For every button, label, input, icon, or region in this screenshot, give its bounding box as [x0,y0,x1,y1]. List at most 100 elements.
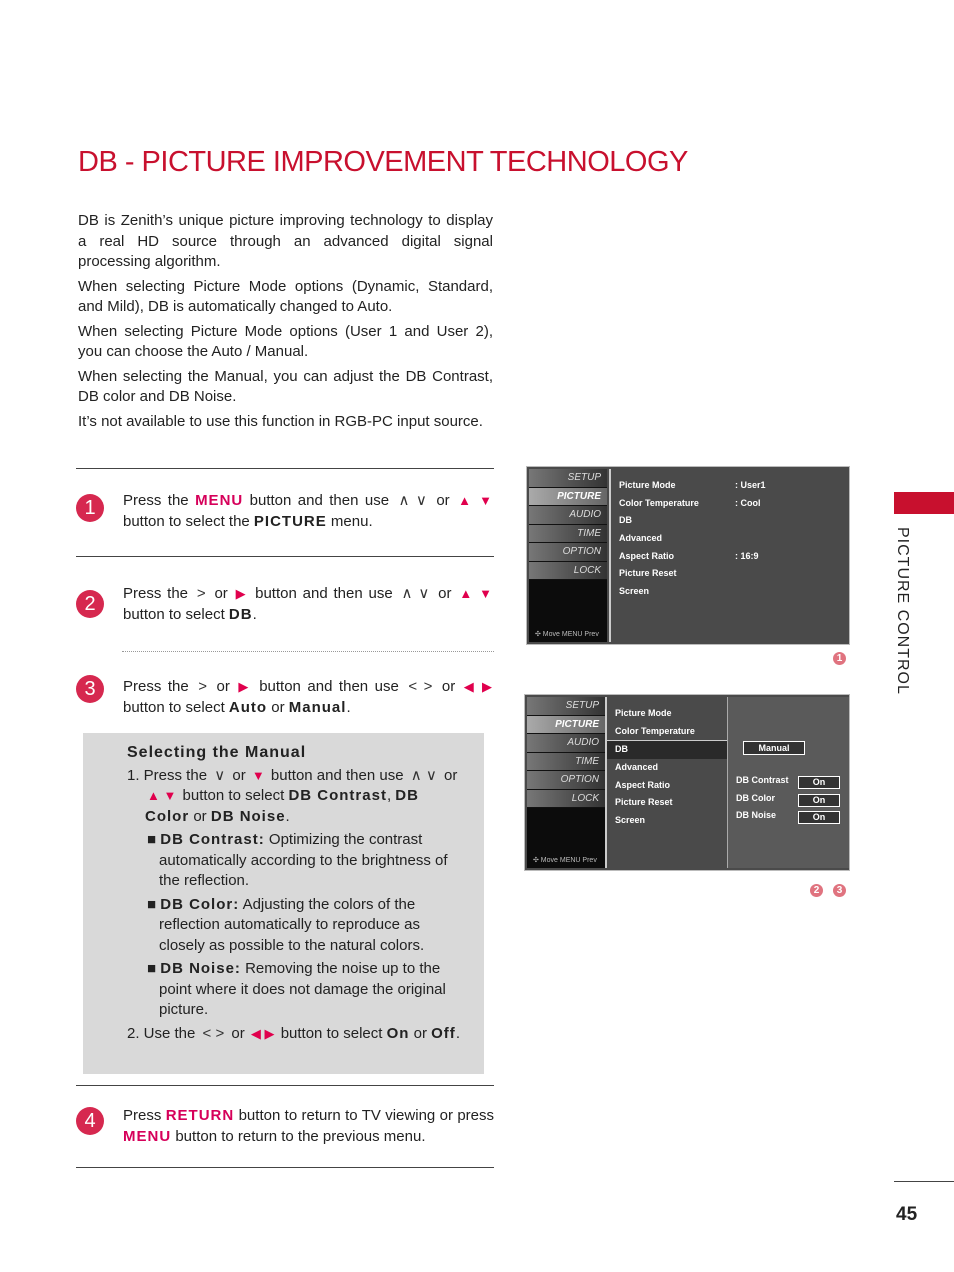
osd-menu-item[interactable]: Picture Reset [611,565,849,583]
text: Press [123,1107,166,1124]
emphasis: DB Noise: [160,960,241,977]
step-2-text: Press the > or ▶ button and then use ∧ ∨… [123,583,494,625]
osd-side-item-picture: PICTURE [527,715,605,734]
intro-paragraph: When selecting Picture Mode options (Dyn… [78,277,493,316]
divider [76,468,494,469]
intro-paragraph: When selecting the Manual, you can adjus… [78,367,493,406]
arrow-button-icon: < > [408,678,433,695]
text: ■ [147,831,161,848]
osd-menu-item[interactable]: Aspect Ratio: 16:9 [611,548,849,566]
text: ■ [147,895,161,913]
manual-item: ■ DB Noise: Removing the noise up to the… [127,959,467,1021]
osd-sidebar: SETUP PICTURE AUDIO TIME OPTION LOCK ✣ Move ME… [529,469,607,642]
menu-label: Advanced [619,533,663,544]
text: or [435,678,462,695]
osd-side-item-audio: AUDIO [529,506,607,525]
osd-side-item-option: OPTION [527,771,605,790]
step-badge: 2 [810,884,823,897]
manual-item: 1. Press the ∨ or ▼ button and then use … [127,766,467,828]
text: button and then use [266,766,408,784]
manual-title: Selecting the Manual [127,744,307,761]
osd-menu-item[interactable]: Picture Mode: User1 [611,477,849,495]
text: button to select [123,606,229,623]
text: 2. Use the [127,1024,200,1042]
text: Press the [123,585,194,602]
osd-menu-item[interactable]: Advanced [607,759,729,777]
manual-page: DB - PICTURE IMPROVEMENT TECHNOLOGY DB i… [0,0,954,1272]
osd-menu-item[interactable]: Color Temperature [607,723,729,742]
osd-db-menu: SETUP PICTURE AUDIO TIME OPTION LOCK ✣ Move ME… [524,694,850,871]
arrow-button-icon: ∧ ∨ [401,585,430,602]
menu-label: DB [619,515,632,526]
section-label: PICTURE CONTROL [894,527,911,695]
manual-item: ■ DB Color: Adjusting the colors of the … [127,895,467,957]
text: button to return to the previous menu. [171,1128,426,1145]
text: or [429,492,457,509]
intro-paragraph: When selecting Picture Mode options (Use… [78,322,493,361]
osd-menu-item[interactable]: Picture Mode [607,705,729,723]
osd-db-submenu: Manual DB Contrast On DB Color On DB Noise On [727,697,849,868]
step-4-text: Press RETURN button to return to TV view… [123,1105,494,1147]
step-3-text: Press the > or ▶ button and then use < >… [123,676,494,718]
menu-label: Color Temperature [619,497,699,508]
step-badge: 1 [833,652,846,665]
emphasis: RETURN [165,1107,235,1124]
osd-side-item-setup: SETUP [527,697,605,716]
osd-menu-item[interactable]: Screen [607,812,729,830]
section-tab [894,492,954,514]
emphasis: DB [228,606,253,623]
text: Press the [123,678,196,695]
menu-value: : User1 [735,480,766,490]
arrow-button-icon: > [196,585,206,602]
db-sub-value[interactable]: On [798,811,840,825]
text: or [208,585,234,602]
arrow-button-icon: < > [202,1024,225,1042]
text: 1. Press the [127,766,212,784]
osd-menu-item[interactable]: DB [607,741,729,760]
osd-menu-item[interactable]: Aspect Ratio [607,777,729,795]
text: button and then use [249,585,399,602]
selecting-manual-box: Selecting the Manual 1. Press the ∨ or ▼… [83,733,484,1074]
text: Press the [123,492,196,509]
text: or [432,585,458,602]
db-sub-value[interactable]: On [798,776,840,789]
manual-item: 2. Use the < > or ◀ ▶ button to select O… [127,1024,467,1045]
text: menu. [326,513,373,530]
divider [894,1181,954,1182]
menu-label: Screen [619,586,650,597]
db-sub-value[interactable]: On [798,793,840,807]
osd-menu-list: Picture Mode Color Temperature DB Advanced A… [605,697,729,868]
text: or [189,807,211,825]
db-sub-label: DB Color [736,792,775,803]
emphasis: On [386,1024,410,1042]
manual-item: ■ DB Contrast: Optimizing the contrast a… [127,830,467,892]
text: . [252,606,257,623]
osd-menu-item[interactable]: Picture Reset [607,794,729,812]
text: or [228,766,250,784]
osd-menu-item[interactable]: Advanced [611,530,849,548]
db-sub-label: DB Contrast [736,775,789,785]
arrow-button-icon: ∧ ∨ [410,766,437,784]
step-number: 1 [76,494,104,522]
red-arrow-icon: ▲ ▼ [147,788,177,803]
red-arrow-icon: ◀ ▶ [250,1025,275,1041]
osd-side-item-time: TIME [527,752,605,771]
osd-menu-item[interactable]: Color Temperature: Cool [611,495,849,513]
divider [76,556,494,557]
osd-menu-item[interactable]: DB [611,512,849,530]
osd-side-item-audio: AUDIO [527,734,605,753]
osd-footer: ✣ Move MENU Prev [533,857,597,864]
text: or [209,678,237,695]
db-mode-select[interactable]: Manual [743,741,805,755]
page-number: 45 [896,1204,918,1225]
text: button to select [123,699,229,716]
emphasis: MENU [123,1128,172,1145]
red-arrow-icon: ▶ [238,679,251,694]
osd-side-item-setup: SETUP [529,469,607,488]
text: . [346,699,351,716]
text: button to select [178,787,289,804]
page-title: DB - PICTURE IMPROVEMENT TECHNOLOGY [78,146,688,178]
osd-menu-item[interactable]: Screen [611,583,849,601]
text: or [439,766,458,784]
text: ■ [147,960,161,977]
